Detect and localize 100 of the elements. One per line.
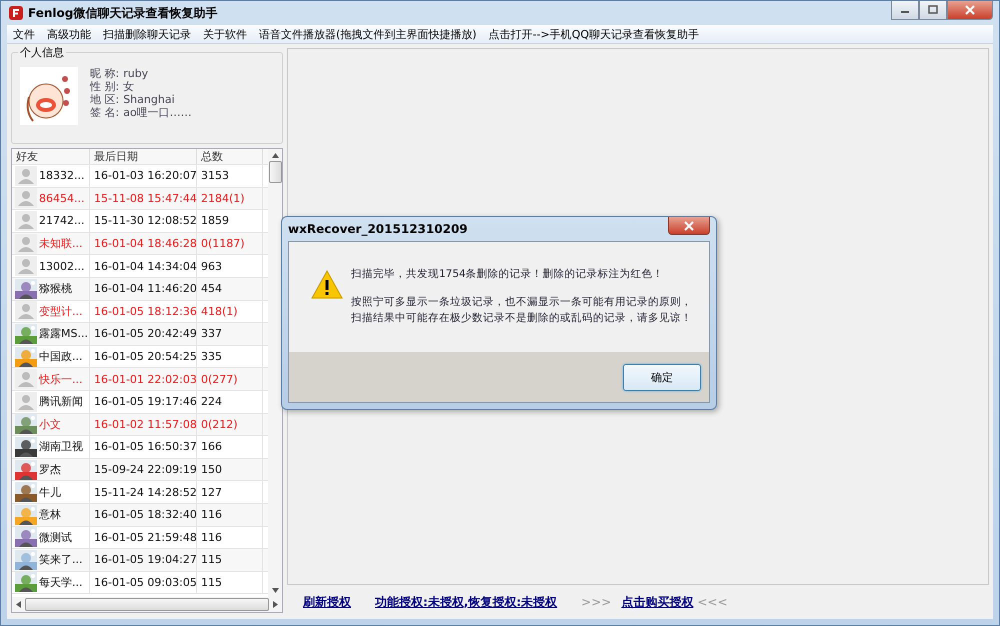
minimize-button[interactable]: [891, 1, 919, 20]
menu-item[interactable]: 扫描删除聊天记录: [97, 26, 197, 42]
table-cell: 16-01-05 21:59:48: [90, 526, 197, 548]
table-cell: 115: [197, 572, 263, 594]
close-icon: [684, 220, 694, 230]
friend-name: 变型计...: [39, 304, 82, 319]
column-header[interactable]: 最后日期: [90, 149, 197, 164]
warning-icon: [311, 270, 343, 299]
scroll-thumb[interactable]: [268, 161, 282, 183]
link[interactable]: 刷新授权: [303, 594, 351, 610]
friend-name: 牛儿: [39, 484, 61, 500]
scroll-down-icon: [272, 588, 278, 593]
table-cell: 16-01-05 18:32:40: [90, 504, 197, 526]
friend-name: 湖南卫视: [39, 439, 83, 454]
table-cell: 15-11-08 15:47:44: [90, 188, 197, 210]
scroll-thumb[interactable]: [25, 598, 269, 611]
table-cell: 2184(1): [197, 188, 263, 210]
message-text: 扫描完毕，共发现1754条删除的记录！删除的记录标注为红色！: [351, 267, 665, 282]
menu-item[interactable]: 点击打开-->手机QQ聊天记录查看恢复助手: [482, 26, 706, 42]
table-cell: 16-01-05 20:42:49: [90, 323, 197, 345]
friend-name: 快乐一...: [39, 372, 82, 387]
chevron-text: <<<: [697, 595, 728, 609]
friend-name: 21742...: [39, 214, 84, 228]
column-header[interactable]: 总数: [197, 149, 263, 164]
field-label: 签 名:: [90, 106, 120, 119]
table-cell: 16-01-05 20:54:25: [90, 346, 197, 368]
group-title: 个人信息: [18, 45, 66, 60]
table-cell: 116: [197, 504, 263, 526]
field-value: ruby: [123, 67, 148, 80]
table-cell: 16-01-05 09:03:05: [90, 572, 197, 594]
menu-item[interactable]: 关于软件: [197, 26, 253, 42]
friend-name: 18332...: [39, 169, 84, 182]
field-value: 女: [123, 80, 134, 93]
table-cell: 454: [197, 278, 263, 300]
vertical-scrollbar[interactable]: [268, 149, 282, 597]
table-cell: 337: [197, 323, 263, 345]
dialog-title: wxRecover_201512310209: [288, 222, 468, 236]
maximize-icon: [928, 5, 938, 15]
app-icon: [9, 6, 23, 20]
close-icon: [965, 5, 975, 15]
table-cell: 3153: [197, 165, 263, 187]
table-cell: 16-01-05 18:12:36: [90, 300, 197, 322]
table-cell: 963: [197, 255, 263, 277]
table-cell: 224: [197, 390, 263, 413]
friend-name: 微测试: [39, 530, 72, 545]
friend-name: 猕猴桃: [39, 281, 72, 296]
table-cell: 150: [197, 458, 263, 480]
menu-item[interactable]: 文件: [7, 26, 41, 42]
close-button[interactable]: [947, 1, 993, 20]
scroll-right-icon: [273, 601, 278, 608]
menu-item[interactable]: 语音文件播放器(拖拽文件到主界面快捷播放): [253, 26, 483, 42]
link[interactable]: 点击购买授权: [621, 594, 694, 610]
maximize-button[interactable]: [919, 1, 947, 20]
column-header[interactable]: 好友: [12, 149, 90, 164]
table-cell: 16-01-01 22:02:03: [90, 368, 197, 390]
menu-item[interactable]: 高级功能: [41, 26, 97, 42]
close-button[interactable]: [668, 217, 710, 235]
table-cell: 15-09-24 22:09:19: [90, 458, 197, 480]
link[interactable]: 功能授权:未授权,恢复授权:未授权: [375, 594, 558, 610]
table-cell: 115: [197, 549, 263, 571]
field-value: ao哩一口……: [123, 106, 192, 119]
friend-name: 罗杰: [39, 462, 61, 478]
table-cell: 16-01-04 11:46:20: [90, 278, 197, 300]
friend-name: 每天学...: [39, 574, 82, 590]
table-cell: 16-01-05 19:04:27: [90, 549, 197, 571]
table-cell: 1859: [197, 210, 263, 232]
ok-button[interactable]: 确定: [623, 364, 701, 390]
table-cell: 16-01-04 18:46:28: [90, 232, 197, 254]
scroll-up-icon: [272, 153, 278, 158]
friend-name: 13002...: [39, 260, 84, 273]
friend-name: 腾讯新闻: [39, 394, 83, 410]
field-label: 昵 称:: [90, 67, 120, 80]
table-cell: 15-11-30 12:08:52: [90, 210, 197, 232]
table-cell: 16-01-02 11:57:08: [90, 414, 197, 436]
chevron-text: >>>: [581, 595, 612, 609]
friend-name: 86454...: [39, 192, 84, 205]
table-cell: 0(1187): [197, 232, 263, 254]
table-cell: 116: [197, 526, 263, 548]
table-cell: 16-01-03 16:20:07: [90, 165, 197, 187]
table-cell: 16-01-04 14:34:04: [90, 255, 197, 277]
friend-name: 露露MS...: [39, 326, 88, 342]
table-cell: 127: [197, 481, 263, 503]
table-cell: 16-01-05 19:17:46: [90, 390, 197, 413]
field-label: 地 区:: [90, 93, 120, 106]
friend-name: 中国政...: [39, 349, 82, 364]
scroll-left-icon: [16, 601, 21, 608]
table-cell: 418(1): [197, 300, 263, 322]
friend-name: 小文: [39, 416, 61, 432]
field-value: Shanghai: [123, 93, 175, 106]
field-label: 性 别:: [90, 80, 120, 93]
message-text: 按照宁可多显示一条垃圾记录，也不漏显示一条可能有用记录的原则，扫描结果中可能存在极少数记录不是删除的或乱码的记录，请多见谅！: [351, 295, 693, 326]
table-cell: 166: [197, 436, 263, 458]
table-cell: 0(212): [197, 414, 263, 436]
friend-name: 意林: [39, 507, 61, 522]
horizontal-scrollbar[interactable]: [12, 597, 282, 612]
table-cell: 335: [197, 346, 263, 368]
friend-name: 未知联...: [39, 236, 82, 252]
table-cell: 15-11-24 14:28:52: [90, 481, 197, 503]
friend-name: 笑来了...: [39, 552, 82, 568]
window-title: Fenlog微信聊天记录查看恢复助手: [28, 4, 218, 22]
